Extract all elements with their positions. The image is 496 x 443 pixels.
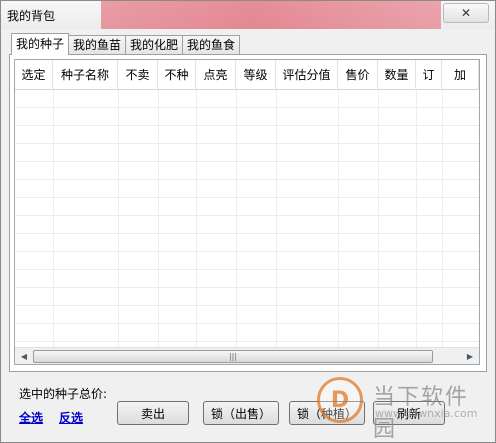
title-bar-decoration: [101, 1, 441, 29]
grid-line: [338, 90, 339, 348]
tab-my-fish-food[interactable]: 我的鱼食: [182, 35, 241, 55]
column-header-seed-name[interactable]: 种子名称: [53, 60, 118, 90]
close-button[interactable]: ✕: [443, 3, 489, 23]
grid-line: [236, 90, 237, 348]
tab-my-fertilizer[interactable]: 我的化肥: [125, 35, 184, 55]
grid-line: [53, 90, 54, 348]
column-header-quantity[interactable]: 数量: [378, 60, 416, 90]
column-header-no-sell[interactable]: 不卖: [118, 60, 158, 90]
close-icon: ✕: [460, 6, 472, 20]
watermark-logo-icon: D: [317, 377, 363, 423]
scroll-right-icon[interactable]: ▶: [462, 349, 478, 364]
lock-sell-button[interactable]: 锁（出售）: [203, 401, 279, 425]
scroll-left-icon[interactable]: ◀: [16, 349, 32, 364]
table-header: 选定 种子名称 不卖 不种 点亮 等级 评估分值 售价 数量 订 加: [15, 60, 479, 90]
grid-line: [442, 90, 443, 348]
grid-line: [158, 90, 159, 348]
table-body: [15, 90, 479, 348]
column-header-score[interactable]: 评估分值: [276, 60, 338, 90]
select-all-link[interactable]: 全选: [19, 409, 43, 426]
grid-line: [118, 90, 119, 348]
seed-table[interactable]: 选定 种子名称 不卖 不种 点亮 等级 评估分值 售价 数量 订 加 ◀ |||…: [14, 59, 480, 365]
column-header-select[interactable]: 选定: [15, 60, 53, 90]
backpack-window: 我的背包 ✕ 我的种子 我的鱼苗 我的化肥 我的鱼食 选定 种子名称 不卖 不种…: [0, 0, 496, 443]
tab-my-seeds[interactable]: 我的种子: [11, 33, 70, 55]
grip-icon: |||: [228, 352, 238, 361]
column-header-order[interactable]: 订: [416, 60, 442, 90]
column-header-no-plant[interactable]: 不种: [158, 60, 196, 90]
selected-total-label: 选中的种子总价:: [19, 387, 108, 401]
column-header-level[interactable]: 等级: [236, 60, 276, 90]
title-bar[interactable]: 我的背包 ✕: [1, 1, 495, 29]
column-header-light-up[interactable]: 点亮: [196, 60, 236, 90]
tab-my-fry[interactable]: 我的鱼苗: [68, 35, 127, 55]
tab-strip: 我的种子 我的鱼苗 我的化肥 我的鱼食: [11, 33, 241, 55]
watermark: D 当下软件园 www.downxia.com: [317, 377, 487, 442]
tab-panel: 选定 种子名称 不卖 不种 点亮 等级 评估分值 售价 数量 订 加 ◀ |||…: [9, 54, 487, 372]
grid-line: [378, 90, 379, 348]
watermark-url: www.downxia.com: [375, 407, 478, 420]
window-title: 我的背包: [7, 9, 56, 23]
grid-line: [196, 90, 197, 348]
grid-line: [276, 90, 277, 348]
column-header-price[interactable]: 售价: [338, 60, 378, 90]
horizontal-scrollbar[interactable]: ◀ ||| ▶: [15, 347, 479, 364]
invert-selection-link[interactable]: 反选: [59, 409, 83, 426]
grid-line: [416, 90, 417, 348]
sell-button[interactable]: 卖出: [117, 401, 189, 425]
scrollbar-thumb[interactable]: |||: [33, 350, 433, 363]
column-header-add[interactable]: 加: [442, 60, 479, 90]
